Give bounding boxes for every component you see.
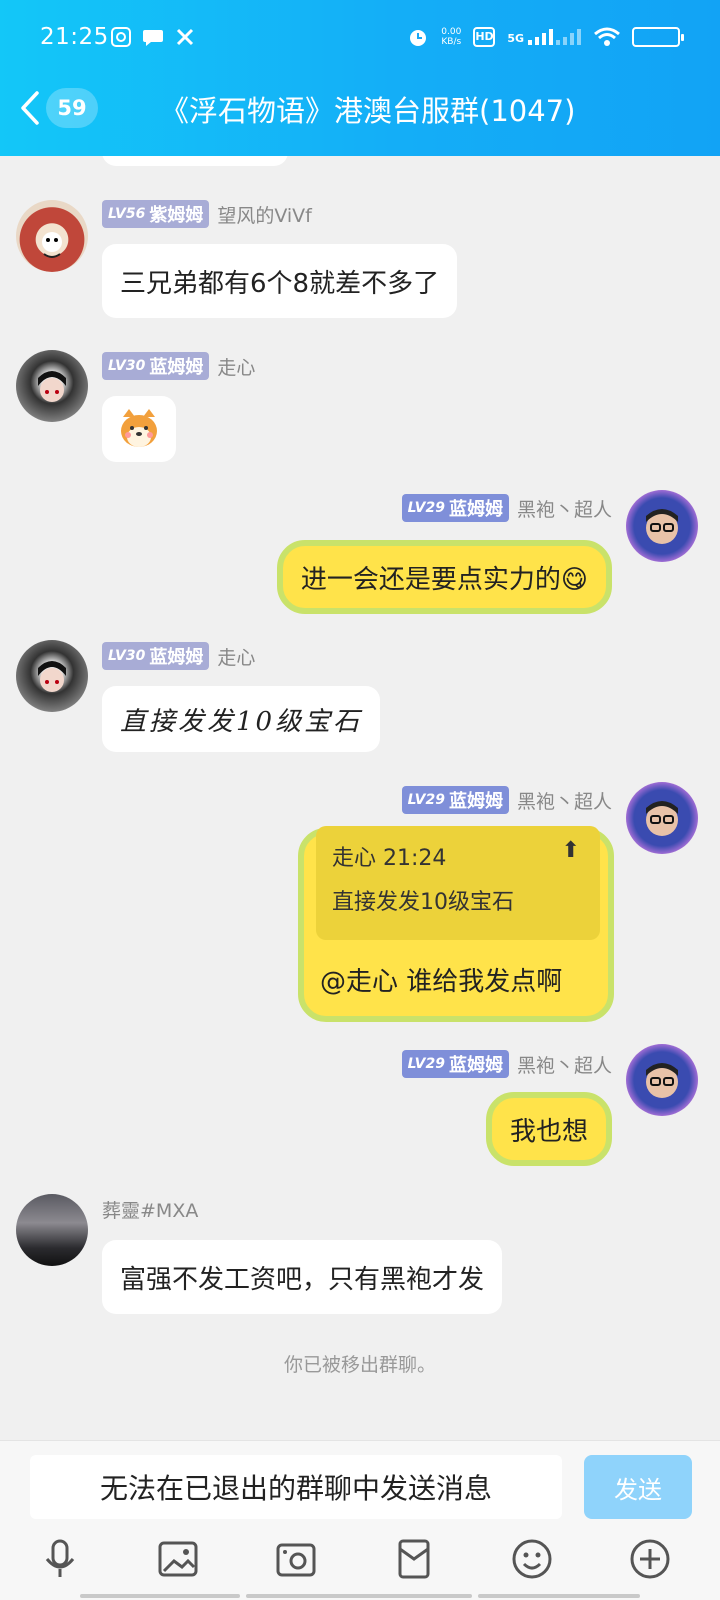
message-bubble[interactable]: 我也想 [485, 1092, 612, 1166]
home-indicator [246, 1594, 472, 1598]
quote-text: 直接发发10级宝石 [332, 890, 514, 915]
plus-icon[interactable] [628, 1537, 672, 1581]
emoji-icon[interactable] [510, 1537, 554, 1581]
avatar[interactable] [16, 640, 88, 712]
avatar[interactable] [16, 200, 88, 272]
message-text: 直接发发10级宝石 [120, 706, 363, 737]
member-title-badge: LV29 蓝姆姆 [401, 786, 509, 814]
microphone-icon[interactable] [38, 1537, 82, 1581]
chat-area[interactable]: LV56 紫姆姆 望风的ViVf 三兄弟都有6个8就差不多了 LV30 蓝姆姆 走心… [0, 156, 720, 1440]
camera-icon[interactable] [274, 1537, 318, 1581]
message-text: 三兄弟都有6个8就差不多了 [120, 268, 440, 299]
send-button[interactable]: 发送 [584, 1455, 692, 1519]
nav-bar: 59 《浮石物语》港澳台服群(1047) [0, 78, 720, 138]
message-text: 富强不发工资吧，只有黑袍才发 [120, 1264, 485, 1295]
alarm-icon [410, 30, 427, 46]
jump-to-quote-icon[interactable]: ⬆ [562, 838, 580, 863]
previous-message-bubble[interactable] [102, 156, 288, 166]
sender-meta: LV29 蓝姆姆 黑袍丶超人 [401, 1050, 612, 1078]
user-avatar-icon [646, 801, 678, 836]
signal-2-icon [556, 29, 581, 45]
message-input[interactable]: 无法在已退出的群聊中发送消息 [30, 1455, 562, 1519]
avatar[interactable] [16, 350, 88, 422]
net-speed-unit: KB/s [441, 37, 462, 47]
message-bubble[interactable]: 三兄弟都有6个8就差不多了 [102, 244, 458, 318]
sender-meta: 葬靈#MXA [102, 1196, 198, 1223]
member-title-badge: LV30 蓝姆姆 [102, 642, 210, 670]
sender-meta: LV30 蓝姆姆 走心 [102, 352, 255, 380]
member-title-badge: LV30 蓝姆姆 [102, 352, 210, 380]
header: 21:25 0.00 KB/s HD 5G 59 《浮石物语》港澳台服群(104… [0, 0, 720, 156]
member-title-badge: LV56 紫姆姆 [102, 200, 210, 228]
hd-badge: HD [473, 27, 496, 47]
back-button[interactable]: 59 [20, 88, 100, 128]
member-title-badge: LV29 蓝姆姆 [401, 494, 509, 522]
group-title[interactable]: 《浮石物语》港澳台服群(1047) [160, 88, 575, 130]
my-avatar[interactable] [626, 1044, 698, 1116]
shiba-sticker-icon [121, 409, 157, 447]
home-indicator [478, 1594, 640, 1598]
sender-name[interactable]: 黑袍丶超人 [517, 495, 612, 522]
sender-meta: LV30 蓝姆姆 走心 [102, 642, 255, 670]
message-text: @走心 谁给我发点啊 [320, 967, 563, 997]
sender-name[interactable]: 黑袍丶超人 [517, 1051, 612, 1078]
quoted-message[interactable]: 走心 21:24 ⬆ 直接发发10级宝石 [316, 826, 600, 940]
red-packet-icon[interactable] [392, 1537, 436, 1581]
sticker-bubble[interactable] [102, 396, 176, 462]
sender-name[interactable]: 葬靈#MXA [102, 1196, 198, 1223]
user-avatar-icon [646, 509, 678, 544]
sender-name[interactable]: 黑袍丶超人 [517, 787, 612, 814]
signal-icon [528, 29, 553, 45]
composer: 无法在已退出的群聊中发送消息 发送 [0, 1440, 720, 1600]
message-bubble[interactable]: 进一会还是要点实力的😋 [276, 540, 612, 614]
photo-icon[interactable] [156, 1537, 200, 1581]
sender-name[interactable]: 走心 [217, 643, 255, 670]
status-bar: 21:25 0.00 KB/s HD 5G [0, 24, 720, 56]
user-avatar-icon [646, 1063, 678, 1098]
avatar[interactable] [16, 1194, 88, 1266]
sender-meta: LV29 蓝姆姆 黑袍丶超人 [401, 786, 612, 814]
sender-meta: LV56 紫姆姆 望风的ViVf [102, 200, 312, 228]
daruma-avatar-icon [42, 232, 62, 258]
sender-name[interactable]: 走心 [217, 353, 255, 380]
home-indicator [80, 1594, 240, 1598]
message-icon [143, 30, 163, 46]
chevron-left-icon [21, 91, 39, 125]
member-title-badge: LV29 蓝姆姆 [401, 1050, 509, 1078]
tools-icon [176, 28, 194, 46]
anime-avatar-icon [38, 661, 66, 692]
message-text: 我也想 [509, 1116, 588, 1147]
my-avatar[interactable] [626, 490, 698, 562]
anime-avatar-icon [38, 371, 66, 402]
network-type: 5G [507, 32, 524, 45]
input-toolbar [0, 1529, 720, 1589]
quote-header: 走心 21:24 [332, 846, 447, 871]
battery-icon [632, 27, 684, 47]
message-text: 进一会还是要点实力的😋 [300, 564, 588, 595]
wifi-icon [594, 27, 620, 46]
unread-count-badge: 59 [46, 88, 98, 128]
net-speed-value: 0.00 [441, 27, 462, 37]
my-avatar[interactable] [626, 782, 698, 854]
sender-meta: LV29 蓝姆姆 黑袍丶超人 [401, 494, 612, 522]
message-bubble[interactable]: 直接发发10级宝石 [102, 686, 381, 752]
system-notice: 你已被移出群聊。 [283, 1354, 436, 1376]
sender-name[interactable]: 望风的ViVf [217, 201, 312, 228]
status-time: 21:25 [40, 24, 109, 50]
message-bubble[interactable]: 富强不发工资吧，只有黑袍才发 [102, 1240, 503, 1314]
app-notification-icon [111, 27, 131, 47]
